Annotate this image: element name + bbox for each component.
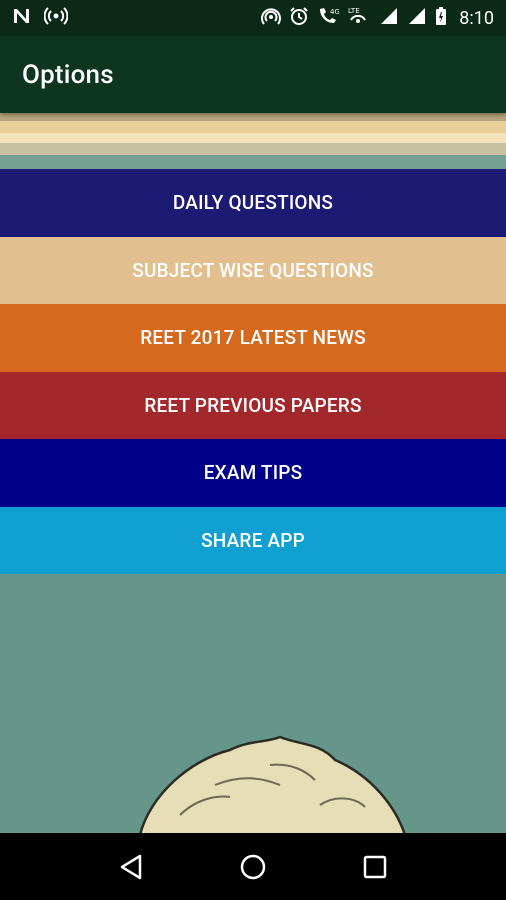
exam-tips-label: EXAM TIPS	[203, 461, 303, 485]
options-menu: DAILY QUESTIONS SUBJECT WISE QUESTIONS R…	[0, 169, 506, 574]
share-app-label: SHARE APP	[201, 528, 305, 552]
hotspot-icon	[261, 6, 282, 30]
recents-icon[interactable]	[355, 847, 395, 887]
home-icon[interactable]	[233, 847, 273, 887]
status-bar: 4G LTE 8:10	[0, 0, 506, 36]
daily-questions-label: DAILY QUESTIONS	[172, 191, 334, 215]
battery-icon	[435, 6, 447, 30]
svg-text:4G: 4G	[330, 8, 339, 16]
previous-papers-button[interactable]: REET PREVIOUS PAPERS	[0, 371, 506, 439]
signal-icon	[379, 6, 399, 30]
previous-papers-label: REET PREVIOUS PAPERS	[144, 393, 362, 417]
page-title: Options	[22, 59, 114, 90]
n-icon	[12, 7, 32, 29]
broadcast-icon	[43, 7, 69, 29]
lte-icon: LTE	[347, 6, 371, 30]
subject-wise-questions-button[interactable]: SUBJECT WISE QUESTIONS	[0, 236, 506, 304]
cartoon-head-illustration	[120, 735, 420, 839]
status-time: 8:10	[459, 7, 494, 29]
back-icon[interactable]	[111, 847, 151, 887]
latest-news-label: REET 2017 LATEST NEWS	[140, 326, 366, 350]
exam-tips-button[interactable]: EXAM TIPS	[0, 439, 506, 507]
signal-icon	[407, 6, 427, 30]
share-app-button[interactable]: SHARE APP	[0, 506, 506, 574]
navigation-bar	[0, 833, 506, 900]
svg-text:LTE: LTE	[348, 7, 360, 15]
subject-wise-questions-label: SUBJECT WISE QUESTIONS	[132, 258, 374, 282]
app-bar: Options	[0, 36, 506, 113]
alarm-icon	[289, 6, 309, 30]
latest-news-button[interactable]: REET 2017 LATEST NEWS	[0, 304, 506, 372]
daily-questions-button[interactable]: DAILY QUESTIONS	[0, 169, 506, 237]
wifi-call-icon: 4G	[317, 6, 340, 30]
